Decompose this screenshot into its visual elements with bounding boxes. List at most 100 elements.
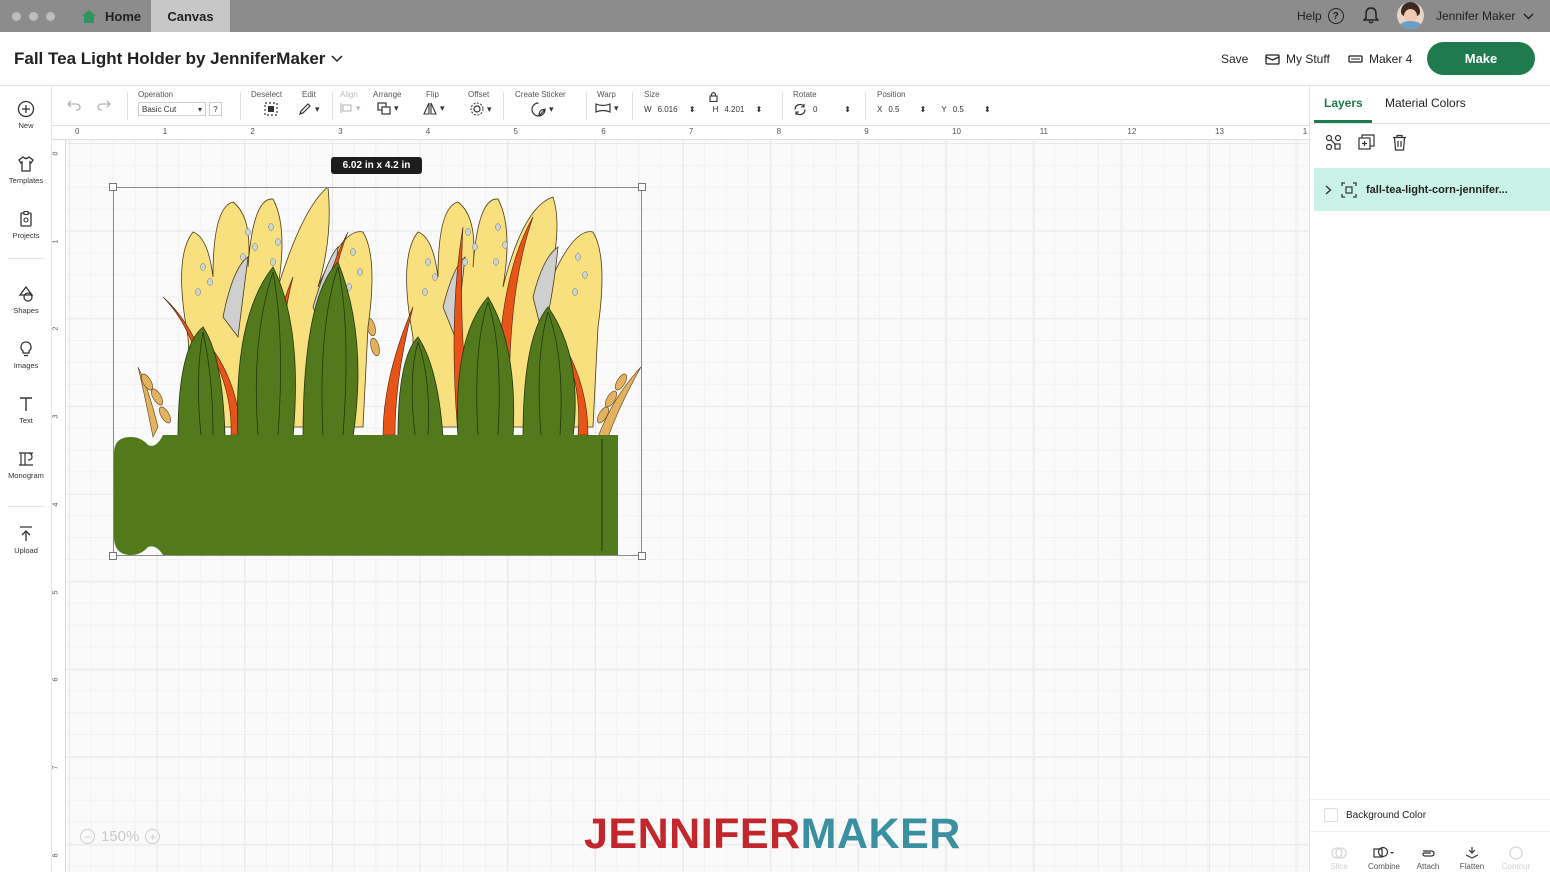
sidebar-item-upload[interactable]: Upload (0, 525, 52, 555)
warp-group[interactable]: Warp ▾ (595, 90, 619, 114)
ruler-tick-label: 12 (1127, 127, 1137, 136)
group-icon[interactable] (1325, 134, 1342, 151)
sidebar-item-projects[interactable]: Projects (0, 210, 52, 240)
resize-handle-top-right[interactable] (638, 183, 646, 191)
attach-button[interactable]: Attach (1406, 846, 1450, 871)
ruler-tick-label: 8 (776, 127, 782, 136)
flatten-button[interactable]: Flatten (1450, 846, 1494, 871)
help-button[interactable]: Help ? (1297, 8, 1344, 24)
machine-selector[interactable]: Maker 4 (1348, 52, 1412, 66)
warp-label: Warp (597, 90, 616, 99)
flip-group[interactable]: Flip ▾ (423, 90, 445, 115)
checkbox[interactable] (1324, 808, 1338, 822)
arrange-group[interactable]: Arrange ▾ (373, 90, 401, 115)
slice-button[interactable]: Slice (1317, 846, 1361, 871)
panel-divider (1310, 831, 1550, 832)
chevron-right-icon[interactable] (1325, 184, 1332, 195)
ruler-tick-label: 4 (52, 502, 60, 507)
flatten-icon (1465, 847, 1479, 859)
offset-group[interactable]: Offset ▾ (468, 90, 492, 116)
ruler-tick-label: 3 (52, 414, 60, 419)
tab-material-colors[interactable]: Material Colors (1385, 96, 1466, 110)
contour-button[interactable]: Contour (1494, 846, 1538, 871)
background-color-toggle[interactable]: Background Color (1324, 808, 1426, 822)
home-icon (82, 9, 96, 23)
toolbar-divider (332, 92, 333, 120)
window-minimize-dot[interactable] (29, 12, 38, 21)
sidebar-item-new[interactable]: New (0, 100, 52, 130)
operation-help-button[interactable]: ? (209, 102, 222, 116)
sidebar-item-label: Text (19, 416, 33, 425)
resize-handle-bottom-right[interactable] (638, 552, 646, 560)
resize-handle-bottom-left[interactable] (109, 552, 117, 560)
sidebar-item-monogram[interactable]: Monogram (0, 450, 52, 480)
create-sticker-group[interactable]: Create Sticker ▾ (515, 90, 566, 117)
operation-value: Basic Cut (142, 104, 177, 114)
ruler-tick-label: 5 (52, 590, 60, 594)
sidebar-item-templates[interactable]: Templates (0, 155, 52, 185)
position-y-input[interactable]: 0.5 ⬍ (949, 102, 994, 116)
size-h-input[interactable]: 4.201 ⬍ (721, 102, 766, 116)
lock-icon[interactable] (709, 91, 718, 102)
align-group[interactable]: Align ▾ (340, 90, 361, 114)
zoom-in-icon[interactable]: + (145, 829, 161, 844)
size-group: Size W 6.016 ⬍ H 4.201 ⬍ (644, 90, 766, 116)
redo-icon[interactable] (97, 99, 111, 111)
undo-icon[interactable] (67, 99, 81, 111)
left-sidebar: New Templates Projects Shapes Images Tex… (0, 86, 52, 872)
deselect-group[interactable]: Deselect (251, 90, 282, 119)
avatar[interactable] (1397, 2, 1424, 29)
save-label: Save (1221, 52, 1249, 66)
window-close-dot[interactable] (12, 12, 21, 21)
trash-icon[interactable] (1392, 134, 1407, 151)
rotate-label: Rotate (793, 90, 817, 99)
ruler-vertical: 0 1 2 3 4 5 6 7 8 (52, 140, 66, 872)
panel-divider (1310, 123, 1550, 124)
save-button[interactable]: Save (1221, 52, 1248, 66)
layer-row[interactable]: fall-tea-light-corn-jennifer... (1314, 168, 1550, 211)
my-stuff-button[interactable]: My Stuff (1265, 52, 1330, 66)
rotate-input[interactable]: 0 ⬍ (810, 102, 854, 116)
help-icon: ? (1327, 8, 1344, 24)
sidebar-item-shapes[interactable]: Shapes (0, 285, 52, 315)
size-w-input[interactable]: 6.016 ⬍ (654, 102, 699, 116)
window-maximize-dot[interactable] (46, 12, 55, 21)
sidebar-item-text[interactable]: Text (0, 395, 52, 425)
clipboard-icon (20, 210, 32, 227)
sidebar-item-label: Monogram (8, 471, 44, 480)
combine-button[interactable]: Combine (1362, 846, 1406, 871)
position-group: Position X 0.5 ⬍ Y 0.5 ⬍ (877, 90, 994, 116)
user-menu[interactable]: Jennifer Maker (1436, 9, 1534, 23)
offset-label: Offset (468, 90, 490, 99)
make-button[interactable]: Make (1427, 42, 1535, 75)
ruler-tick-label: 4 (425, 127, 431, 136)
help-label: Help (1297, 9, 1322, 23)
tab-home[interactable]: Home (78, 0, 150, 32)
duplicate-icon[interactable] (1358, 134, 1375, 151)
watermark-part-b: MAKER (800, 810, 961, 858)
background-color-label: Background Color (1346, 809, 1427, 821)
sidebar-item-images[interactable]: Images (0, 340, 52, 370)
tab-material-colors-label: Material Colors (1385, 96, 1466, 110)
ruler-tick-label: 1 (162, 127, 168, 136)
resize-handle-top-left[interactable] (109, 183, 117, 191)
bell-icon[interactable] (1363, 7, 1379, 24)
size-w-value: 6.016 (657, 104, 678, 114)
operation-select[interactable]: Basic Cut ▾ (138, 102, 206, 116)
create-sticker-label: Create Sticker (515, 90, 566, 99)
caret-down-icon: ▾ (549, 104, 554, 114)
attach-label: Attach (1416, 862, 1440, 871)
position-x-label: X (877, 104, 883, 114)
tab-layers[interactable]: Layers (1324, 96, 1363, 110)
tab-canvas[interactable]: Canvas (151, 0, 230, 32)
position-x-input[interactable]: 0.5 ⬍ (885, 102, 930, 116)
project-title-dropdown[interactable]: Fall Tea Light Holder by JenniferMaker (14, 49, 343, 69)
machine-label: Maker 4 (1369, 52, 1413, 66)
size-h-label: H (712, 104, 719, 114)
contour-icon (1509, 846, 1523, 860)
zoom-out-icon[interactable]: − (80, 829, 95, 844)
operation-label: Operation (138, 90, 174, 99)
stepper-icon: ⬍ (983, 104, 991, 114)
edit-group[interactable]: Edit ▾ (298, 90, 320, 116)
selection-box[interactable] (109, 183, 646, 560)
